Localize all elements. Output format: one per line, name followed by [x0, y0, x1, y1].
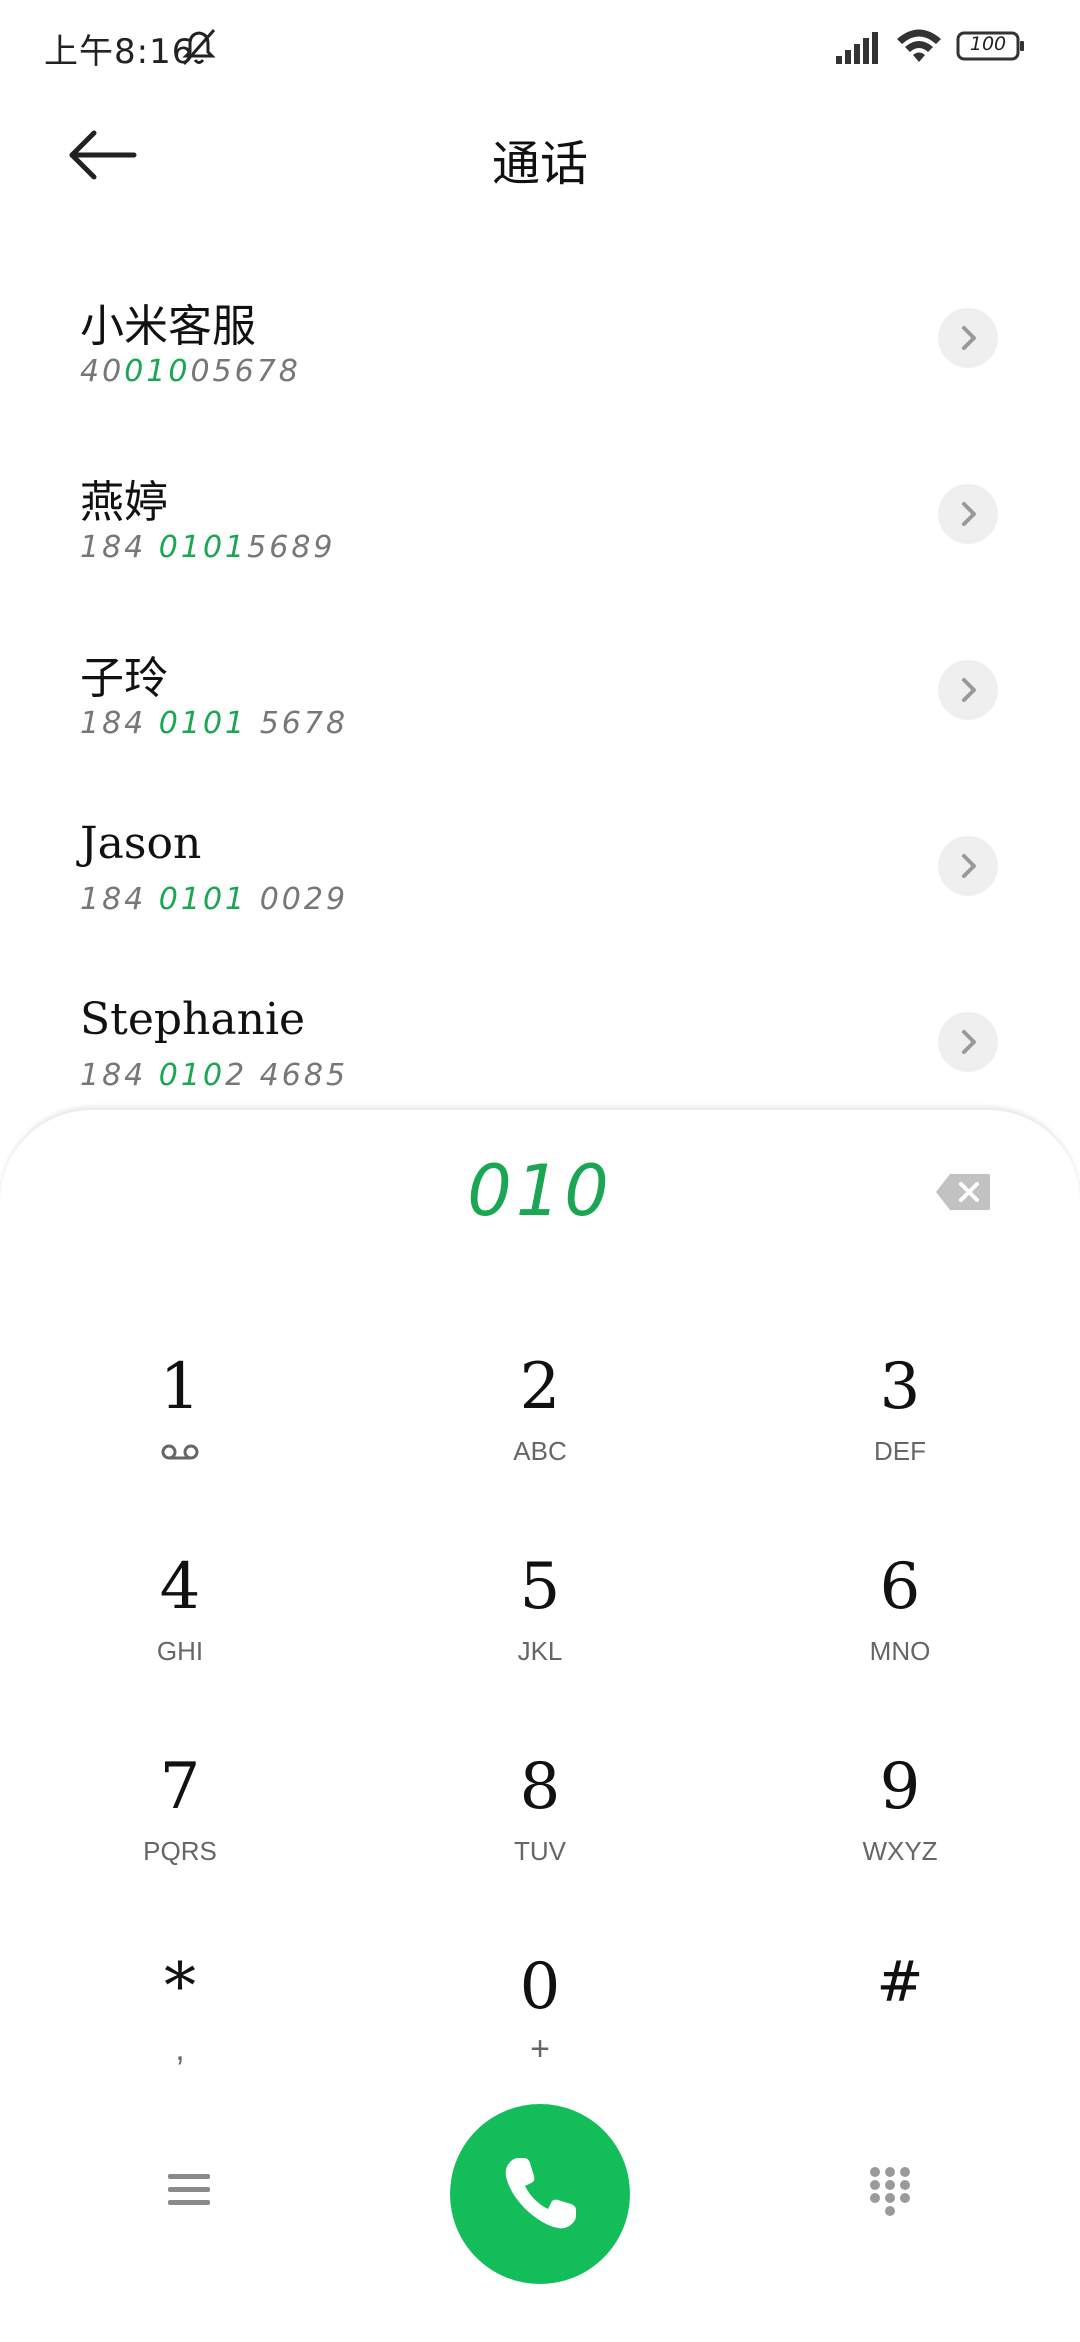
- key-7[interactable]: 7 PQRS: [50, 1750, 310, 1910]
- contact-name: 燕婷: [80, 477, 168, 528]
- key-digit: 4: [159, 1550, 201, 1624]
- backspace-icon[interactable]: [934, 1172, 992, 1212]
- chevron-right-icon: [962, 678, 976, 702]
- contact-number: 184 0101 5678: [80, 706, 349, 741]
- key-digit: 5: [519, 1550, 561, 1624]
- status-time: 上午8:16: [44, 32, 195, 72]
- key-digit: 9: [879, 1750, 921, 1824]
- dial-input[interactable]: 010: [340, 1150, 740, 1232]
- key-digit: #: [876, 1950, 924, 2015]
- bell-off-icon: [182, 29, 216, 65]
- key-4[interactable]: 4 GHI: [50, 1550, 310, 1710]
- key-letters: ABC: [513, 1436, 567, 1466]
- call-button[interactable]: [450, 2104, 630, 2284]
- key-9[interactable]: 9 WXYZ: [770, 1750, 1030, 1910]
- contact-name: Jason: [80, 818, 202, 869]
- key-letters: +: [530, 2030, 550, 2068]
- key-8[interactable]: 8 TUV: [410, 1750, 670, 1910]
- key-letters: MNO: [869, 1636, 931, 1666]
- battery-level: 100: [969, 33, 1007, 55]
- key-1[interactable]: 1: [50, 1350, 310, 1510]
- contact-number: 184 0102 4685: [80, 1058, 349, 1093]
- key-0[interactable]: 0 +: [410, 1950, 670, 2110]
- key-digit: 0: [519, 1950, 561, 2024]
- key-digit: 1: [159, 1350, 201, 1424]
- key-letters: JKL: [517, 1636, 563, 1666]
- key-digit: 7: [159, 1750, 201, 1824]
- status-bar: 上午8:16 100: [0, 0, 1080, 96]
- chevron-right-icon: [962, 1030, 976, 1054]
- phone-icon: [505, 2158, 576, 2229]
- key-5[interactable]: 5 JKL: [410, 1550, 670, 1710]
- wifi-icon: [897, 29, 941, 62]
- key-6[interactable]: 6 MNO: [770, 1550, 1030, 1710]
- contact-name: 子玲: [80, 653, 168, 704]
- contact-number: 184 01015689: [80, 530, 336, 565]
- contact-row[interactable]: Jason 184 0101 0029: [0, 818, 1080, 994]
- dialpad-toggle-icon[interactable]: [868, 2166, 912, 2218]
- key-3[interactable]: 3 DEF: [770, 1350, 1030, 1510]
- key-digit: *: [164, 1950, 196, 2024]
- key-hash[interactable]: #: [770, 1950, 1030, 2110]
- menu-icon[interactable]: [166, 2170, 212, 2210]
- key-2[interactable]: 2 ABC: [410, 1350, 670, 1510]
- key-digit: 3: [879, 1350, 921, 1424]
- back-arrow-icon[interactable]: [66, 124, 140, 186]
- contact-name: Stephanie: [80, 994, 306, 1045]
- key-letters: TUV: [514, 1836, 566, 1866]
- key-letters: WXYZ: [862, 1836, 938, 1866]
- chevron-right-icon: [962, 326, 976, 350]
- contact-detail-button[interactable]: [938, 836, 998, 896]
- contact-detail-button[interactable]: [938, 660, 998, 720]
- key-digit: 6: [879, 1550, 921, 1624]
- contact-row[interactable]: 燕婷 184 01015689: [0, 466, 1080, 642]
- chevron-right-icon: [962, 854, 976, 878]
- voicemail-icon: [161, 1444, 199, 1460]
- key-letters: GHI: [156, 1636, 204, 1666]
- contact-detail-button[interactable]: [938, 1012, 998, 1072]
- key-digit: 8: [519, 1750, 561, 1824]
- chevron-right-icon: [962, 502, 976, 526]
- contact-number: 4001005678: [80, 354, 301, 389]
- contact-detail-button[interactable]: [938, 484, 998, 544]
- contact-row[interactable]: 子玲 184 0101 5678: [0, 642, 1080, 818]
- key-star[interactable]: * ,: [50, 1950, 310, 2110]
- contact-row[interactable]: 小米客服 4001005678: [0, 290, 1080, 466]
- key-digit: 2: [519, 1350, 561, 1424]
- signal-icon: [836, 32, 878, 64]
- contact-name: 小米客服: [80, 301, 256, 352]
- page-title: 通话: [491, 136, 588, 192]
- key-letters: PQRS: [143, 1836, 217, 1866]
- key-letters: DEF: [874, 1436, 926, 1466]
- contact-detail-button[interactable]: [938, 308, 998, 368]
- contact-number: 184 0101 0029: [80, 882, 349, 917]
- key-letters: ,: [175, 2030, 185, 2068]
